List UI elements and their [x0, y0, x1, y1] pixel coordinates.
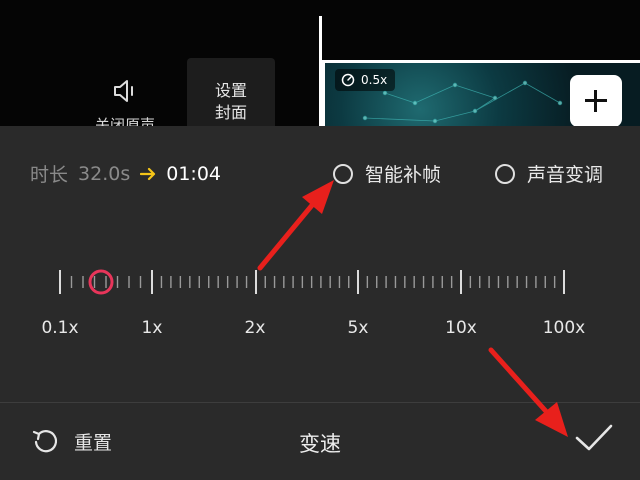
set-cover-label-line1: 设置	[214, 81, 247, 100]
radio-icon[interactable]	[333, 163, 353, 184]
scale-label-100x: 100x	[542, 318, 586, 338]
speed-slider[interactable]	[0, 266, 640, 302]
scale-label-0-1x: 0.1x	[41, 318, 79, 338]
duration-info: 时长 32.0s 01:04	[30, 160, 221, 187]
scale-label-5x: 5x	[347, 318, 369, 338]
smart-frame-interpolation-option[interactable]: 智能补帧	[333, 160, 441, 187]
add-clip-button[interactable]	[570, 75, 622, 126]
scale-label-2x: 2x	[244, 318, 266, 338]
duration-original: 32.0s	[78, 162, 131, 185]
slider-ticks	[59, 270, 565, 294]
duration-new: 01:04	[166, 162, 221, 185]
scale-label-10x: 10x	[445, 318, 477, 338]
speed-panel: 时长 32.0s 01:04 智能补帧 声音变调 0.1x 1x 2x 5x 1…	[0, 126, 640, 480]
set-cover-label-line2: 封面	[214, 103, 247, 122]
duration-label: 时长	[30, 164, 69, 186]
video-clip[interactable]: 0.5x	[322, 60, 640, 126]
slider-knob[interactable]	[88, 269, 114, 295]
set-cover-button[interactable]: 设置 封面	[187, 58, 275, 126]
confirm-button[interactable]	[572, 418, 616, 458]
mute-original-sound-button[interactable]: 关闭原声	[90, 70, 160, 126]
scale-label-1x: 1x	[141, 318, 163, 338]
clip-speed-badge: 0.5x	[335, 69, 396, 91]
gauge-icon	[341, 73, 355, 87]
speaker-icon	[114, 80, 133, 102]
reset-button[interactable]: 重置	[30, 426, 112, 456]
smart-frame-interpolation-label: 智能补帧	[365, 164, 442, 186]
pitch-shift-label: 声音变调	[527, 164, 604, 186]
reset-icon	[32, 430, 58, 453]
pitch-shift-option[interactable]: 声音变调	[495, 160, 603, 187]
timeline-area: 关闭原声 设置 封面 0.5x	[0, 0, 640, 126]
checkmark-icon	[575, 424, 613, 451]
arrow-right-icon	[140, 167, 156, 180]
clip-speed-value: 0.5x	[361, 73, 388, 87]
set-cover-label: 设置 封面	[187, 80, 275, 124]
reset-label: 重置	[74, 431, 113, 454]
mute-label: 关闭原声	[94, 116, 155, 126]
divider	[0, 402, 640, 403]
radio-icon[interactable]	[495, 163, 515, 184]
